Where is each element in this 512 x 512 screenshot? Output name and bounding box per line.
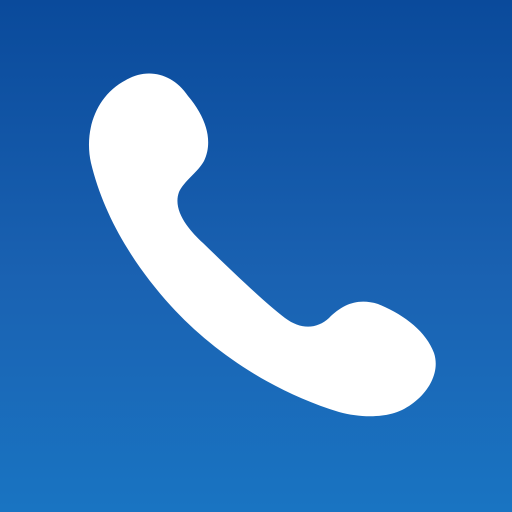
phone-handset [88,73,436,417]
phone-icon [88,73,436,417]
phone-app-icon[interactable] [0,0,512,512]
